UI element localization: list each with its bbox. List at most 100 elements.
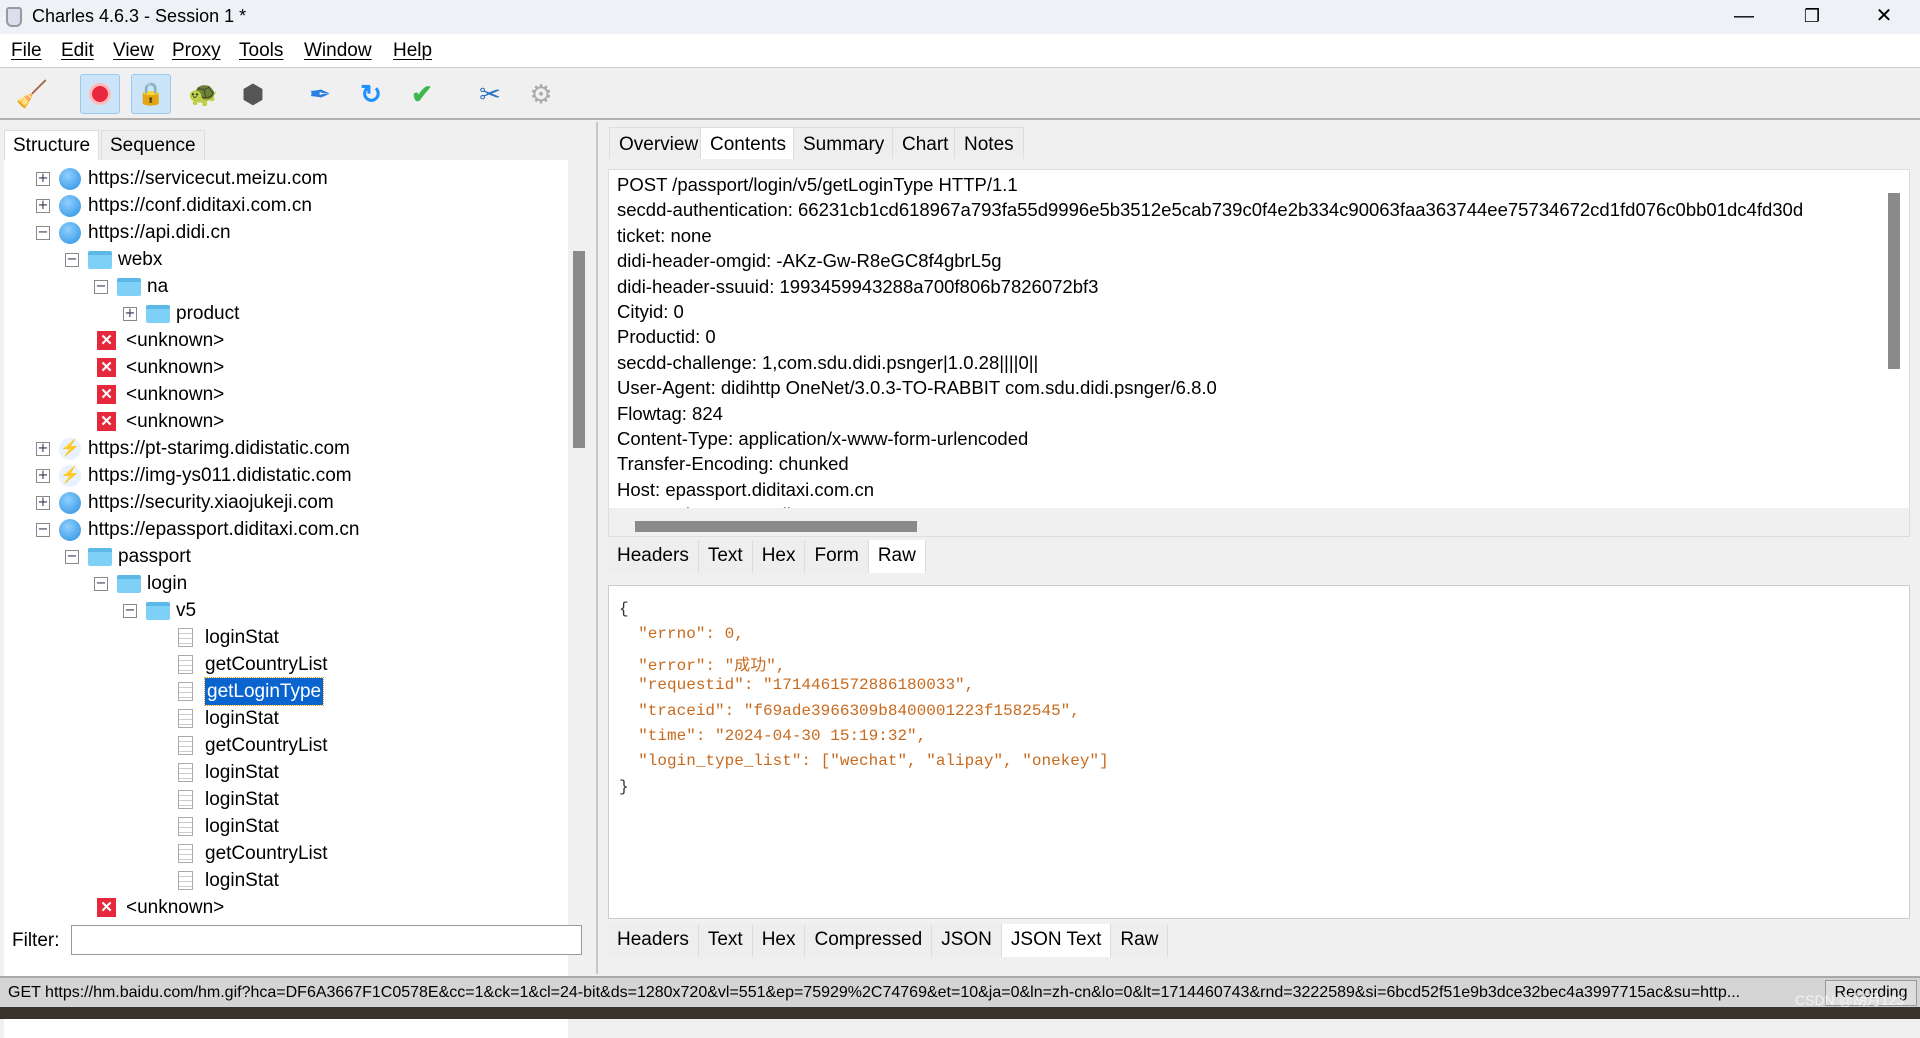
- collapse-icon[interactable]: −: [36, 225, 50, 240]
- tab-notes[interactable]: Notes: [954, 127, 1024, 159]
- tab-structure[interactable]: Structure: [4, 130, 100, 160]
- menu-proxy[interactable]: Proxy: [172, 40, 221, 62]
- expand-icon[interactable]: +: [36, 171, 50, 186]
- menu-edit[interactable]: Edit: [61, 40, 94, 62]
- response-tab-raw[interactable]: Raw: [1111, 924, 1169, 957]
- throttle-turtle-icon[interactable]: 🐢: [183, 74, 223, 114]
- tree-row[interactable]: loginStat: [178, 624, 279, 651]
- tree-row[interactable]: getLoginType: [178, 677, 325, 706]
- repeat-icon[interactable]: ↻: [351, 74, 391, 114]
- response-tab-json[interactable]: JSON: [932, 924, 1002, 957]
- tab-summary[interactable]: Summary: [793, 127, 895, 159]
- tree-row[interactable]: loginStat: [178, 759, 279, 786]
- collapse-icon[interactable]: −: [65, 549, 79, 564]
- tab-sequence[interactable]: Sequence: [101, 130, 205, 160]
- tree-row[interactable]: − https://api.didi.cn: [36, 219, 231, 246]
- menu-view[interactable]: View: [113, 40, 154, 62]
- tree-row[interactable]: ✕ <unknown>: [97, 381, 224, 408]
- tree-row[interactable]: + https://conf.diditaxi.com.cn: [36, 192, 312, 219]
- tree-row[interactable]: loginStat: [178, 867, 279, 894]
- tree-row[interactable]: ✕ <unknown>: [97, 894, 224, 921]
- folder-icon: [117, 277, 141, 296]
- breakpoint-hexagon-icon[interactable]: ⬢: [233, 74, 273, 114]
- settings-gear-icon[interactable]: ⚙: [521, 74, 561, 114]
- json-line: "requestid": "1714461572886180033",: [619, 676, 975, 695]
- tree-row[interactable]: − https://epassport.diditaxi.com.cn: [36, 516, 359, 543]
- validate-check-icon[interactable]: ✔: [402, 74, 442, 114]
- response-tab-hex[interactable]: Hex: [752, 924, 806, 957]
- tree-label: <unknown>: [126, 330, 225, 351]
- response-tab-compressed[interactable]: Compressed: [805, 924, 933, 957]
- expand-icon[interactable]: +: [123, 306, 137, 321]
- tree-row[interactable]: + ⚡ https://pt-starimg.didistatic.com: [36, 435, 350, 462]
- request-tab-headers[interactable]: Headers: [608, 540, 699, 573]
- compose-pen-icon[interactable]: ✒: [300, 74, 340, 114]
- tree-row[interactable]: + product: [123, 300, 239, 327]
- tree-scrollbar[interactable]: [573, 251, 585, 448]
- tree-row[interactable]: + https://servicecut.meizu.com: [36, 165, 328, 192]
- tree-row[interactable]: getCountryList: [178, 732, 328, 759]
- menu-window[interactable]: Window: [304, 40, 372, 62]
- tree-row[interactable]: ✕ <unknown>: [97, 408, 224, 435]
- expand-icon[interactable]: +: [36, 495, 50, 510]
- title-bar: Charles 4.6.3 - Session 1 * — ❐ ✕: [0, 0, 1920, 34]
- response-json-view[interactable]: { "errno": 0, "error": "成功", "requestid"…: [608, 585, 1910, 919]
- broom-icon[interactable]: 🧹: [12, 74, 52, 114]
- tree-row[interactable]: + ⚡ https://img-ys011.didistatic.com: [36, 462, 352, 489]
- minimize-button[interactable]: —: [1710, 0, 1778, 34]
- tab-contents[interactable]: Contents: [700, 127, 797, 159]
- collapse-icon[interactable]: −: [123, 603, 137, 618]
- menu-file[interactable]: File: [11, 40, 42, 62]
- tab-chart[interactable]: Chart: [892, 127, 959, 159]
- response-tab-headers[interactable]: Headers: [608, 924, 699, 957]
- filter-input[interactable]: [71, 925, 582, 955]
- status-text: GET https://hm.baidu.com/hm.gif?hca=DF6A…: [8, 984, 1741, 1001]
- tree-row[interactable]: loginStat: [178, 786, 279, 813]
- tree-row[interactable]: − passport: [65, 543, 191, 570]
- tree-label: loginStat: [205, 816, 279, 837]
- tab-overview[interactable]: Overview: [609, 127, 709, 159]
- expand-icon[interactable]: +: [36, 468, 50, 483]
- maximize-button[interactable]: ❐: [1778, 0, 1846, 34]
- tree-row[interactable]: − login: [94, 570, 187, 597]
- tree-row[interactable]: ✕ <unknown>: [97, 354, 224, 381]
- close-button[interactable]: ✕: [1850, 0, 1918, 34]
- tree-row[interactable]: − v5: [123, 597, 196, 624]
- request-tab-hex[interactable]: Hex: [752, 540, 806, 573]
- tree-row[interactable]: getCountryList: [178, 840, 328, 867]
- toolbar: 🧹 🔒 🐢 ⬢ ✒ ↻ ✔ ✂ ⚙: [0, 68, 1920, 120]
- menu-tools[interactable]: Tools: [239, 40, 283, 62]
- request-tab-form[interactable]: Form: [805, 540, 869, 573]
- collapse-icon[interactable]: −: [65, 252, 79, 267]
- tree-row[interactable]: − na: [94, 273, 168, 300]
- expand-icon[interactable]: +: [36, 198, 50, 213]
- request-tab-text[interactable]: Text: [698, 540, 753, 573]
- document-icon: [178, 763, 193, 782]
- window-title: Charles 4.6.3 - Session 1 *: [32, 6, 247, 26]
- request-raw-view[interactable]: POST /passport/login/v5/getLoginType HTT…: [608, 169, 1910, 537]
- json-line: "errno": 0,: [619, 625, 744, 644]
- ssl-lock-icon[interactable]: 🔒: [131, 74, 171, 114]
- expand-icon[interactable]: +: [36, 441, 50, 456]
- folder-icon: [146, 304, 170, 323]
- request-horizontal-scrollbar[interactable]: [635, 521, 917, 532]
- tree-row[interactable]: + https://security.xiaojukeji.com: [36, 489, 334, 516]
- tools-icon[interactable]: ✂: [470, 74, 510, 114]
- response-tab-text[interactable]: Text: [698, 924, 753, 957]
- menu-help[interactable]: Help: [393, 40, 432, 62]
- globe-icon: [59, 194, 81, 217]
- collapse-icon[interactable]: −: [94, 576, 108, 591]
- tree-row[interactable]: − webx: [65, 246, 162, 273]
- tree-label: loginStat: [205, 627, 279, 648]
- response-tab-json-text[interactable]: JSON Text: [1001, 924, 1112, 957]
- tree-row[interactable]: loginStat: [178, 705, 279, 732]
- collapse-icon[interactable]: −: [94, 279, 108, 294]
- request-vertical-scrollbar[interactable]: [1888, 193, 1900, 369]
- collapse-icon[interactable]: −: [36, 522, 50, 537]
- request-header-line: Content-Type: application/x-www-form-url…: [617, 428, 1029, 449]
- tree-row[interactable]: ✕ <unknown>: [97, 327, 224, 354]
- record-icon[interactable]: [80, 74, 120, 114]
- tree-row[interactable]: getCountryList: [178, 651, 328, 678]
- tree-row[interactable]: loginStat: [178, 813, 279, 840]
- request-tab-raw[interactable]: Raw: [868, 540, 926, 573]
